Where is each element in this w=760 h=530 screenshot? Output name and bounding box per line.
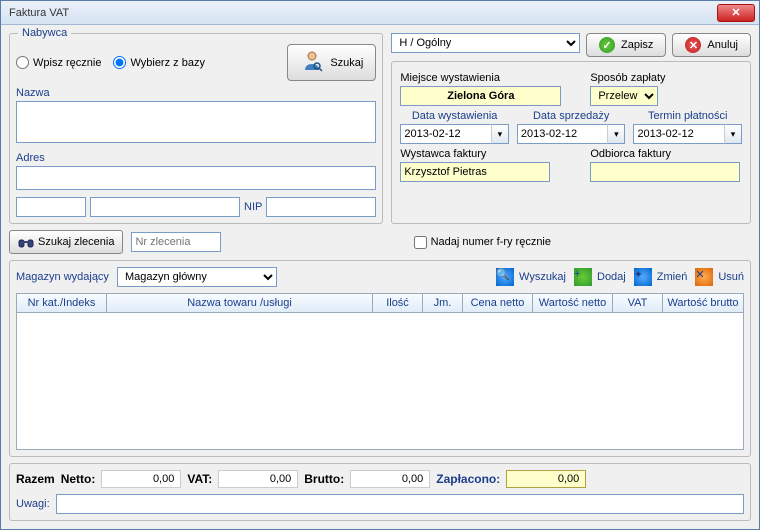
buyer-zip-input[interactable]	[16, 197, 86, 217]
warehouse-label: Magazyn wydający	[16, 271, 109, 283]
search-order-button[interactable]: Szukaj zlecenia	[9, 230, 123, 254]
date-due-input[interactable]	[633, 124, 724, 144]
doc-details: Miejsce wystawienia Sposób zapłaty Przel…	[391, 61, 751, 224]
issuer-label: Wystawca faktury	[400, 148, 582, 160]
addr-label: Adres	[16, 152, 376, 164]
buyer-name-input[interactable]	[16, 101, 376, 143]
items-grid: Nr kat./Indeks Nazwa towaru /usługi Iloś…	[16, 293, 744, 450]
items-search-button[interactable]: 🔍Wyszukaj	[496, 268, 566, 286]
grid-header: Nr kat./Indeks Nazwa towaru /usługi Iloś…	[17, 294, 743, 313]
buyer-search-button[interactable]: Szukaj	[287, 44, 376, 81]
warehouse-select[interactable]: Magazyn główny	[117, 267, 277, 287]
payment-select[interactable]: Przelew	[590, 86, 658, 106]
plus-icon: +	[574, 268, 592, 286]
doc-type-select[interactable]: H / Ogólny	[391, 33, 580, 53]
cancel-icon: ✕	[685, 37, 701, 53]
vat-value: 0,00	[218, 470, 298, 488]
notes-input[interactable]	[56, 494, 744, 514]
notes-label: Uwagi:	[16, 498, 50, 510]
date-issue-label: Data wystawienia	[400, 110, 509, 122]
wrench-icon: ✦	[634, 268, 652, 286]
place-label: Miejsce wystawienia	[400, 72, 582, 84]
totals-panel: Razem Netto: 0,00 VAT: 0,00 Brutto: 0,00…	[9, 463, 751, 521]
binoculars-icon	[18, 234, 34, 250]
date-sale-label: Data sprzedaży	[517, 110, 626, 122]
col-qty[interactable]: Ilość	[373, 294, 423, 312]
col-gross-value[interactable]: Wartość brutto	[663, 294, 743, 312]
radio-manual-label: Wpisz ręcznie	[33, 57, 101, 69]
buyer-addr-input[interactable]	[16, 166, 376, 190]
netto-label: Netto:	[61, 472, 96, 486]
manual-number-label: Nadaj numer f-ry ręcznie	[431, 236, 551, 248]
vat-label: VAT:	[187, 472, 212, 486]
date-issue-input[interactable]	[400, 124, 491, 144]
col-index[interactable]: Nr kat./Indeks	[17, 294, 107, 312]
content: Nabywca Wpisz ręcznie Wybierz z bazy Szu…	[1, 25, 759, 529]
items-add-button[interactable]: +Dodaj	[574, 268, 626, 286]
col-name[interactable]: Nazwa towaru /usługi	[107, 294, 373, 312]
items-panel: Magazyn wydający Magazyn główny 🔍Wyszuka…	[9, 260, 751, 457]
save-label: Zapisz	[621, 39, 653, 51]
brutto-label: Brutto:	[304, 472, 344, 486]
col-unit[interactable]: Jm.	[423, 294, 463, 312]
razem-label: Razem	[16, 472, 55, 486]
date-sale-input[interactable]	[517, 124, 608, 144]
netto-value: 0,00	[101, 470, 181, 488]
brutto-value: 0,00	[350, 470, 430, 488]
calendar-icon[interactable]: ▾	[607, 124, 625, 144]
search-icon: 🔍	[496, 268, 514, 286]
cancel-label: Anuluj	[707, 39, 738, 51]
buyer-search-label: Szukaj	[330, 57, 363, 69]
document-panel: H / Ogólny ✓ Zapisz ✕ Anuluj Miejsce wys…	[391, 33, 751, 224]
payment-label: Sposób zapłaty	[590, 72, 742, 84]
manual-number-checkbox[interactable]	[414, 236, 427, 249]
items-edit-button[interactable]: ✦Zmień	[634, 268, 688, 286]
radio-from-db[interactable]	[113, 56, 126, 69]
buyer-legend: Nabywca	[18, 27, 71, 39]
radio-manual[interactable]	[16, 56, 29, 69]
search-order-label: Szukaj zlecenia	[38, 236, 114, 248]
grid-body[interactable]	[17, 313, 743, 449]
buyer-panel: Nabywca Wpisz ręcznie Wybierz z bazy Szu…	[9, 33, 383, 224]
place-input[interactable]	[400, 86, 561, 106]
date-due-label: Termin płatności	[633, 110, 742, 122]
close-button[interactable]: ✕	[717, 4, 755, 22]
radio-from-db-label: Wybierz z bazy	[130, 57, 204, 69]
col-net-price[interactable]: Cena netto	[463, 294, 533, 312]
paid-value: 0,00	[506, 470, 586, 488]
order-number-input[interactable]	[131, 232, 221, 252]
col-net-value[interactable]: Wartość netto	[533, 294, 613, 312]
recipient-label: Odbiorca faktury	[590, 148, 742, 160]
issuer-input[interactable]	[400, 162, 550, 182]
name-label: Nazwa	[16, 87, 376, 99]
invoice-window: Faktura VAT ✕ Nabywca Wpisz ręcznie Wybi…	[0, 0, 760, 530]
buyer-city-input[interactable]	[90, 197, 240, 217]
buyer-nip-input[interactable]	[266, 197, 376, 217]
recipient-input[interactable]	[590, 162, 740, 182]
calendar-icon[interactable]: ▾	[724, 124, 742, 144]
cancel-button[interactable]: ✕ Anuluj	[672, 33, 751, 57]
person-search-icon	[300, 49, 324, 76]
delete-icon: ✕	[695, 268, 713, 286]
check-icon: ✓	[599, 37, 615, 53]
close-icon: ✕	[731, 6, 740, 19]
paid-label: Zapłacono:	[436, 472, 500, 486]
nip-label: NIP	[244, 201, 262, 213]
col-vat[interactable]: VAT	[613, 294, 663, 312]
save-button[interactable]: ✓ Zapisz	[586, 33, 666, 57]
titlebar: Faktura VAT ✕	[1, 1, 759, 25]
calendar-icon[interactable]: ▾	[491, 124, 509, 144]
window-title: Faktura VAT	[5, 7, 717, 19]
items-delete-button[interactable]: ✕Usuń	[695, 268, 744, 286]
